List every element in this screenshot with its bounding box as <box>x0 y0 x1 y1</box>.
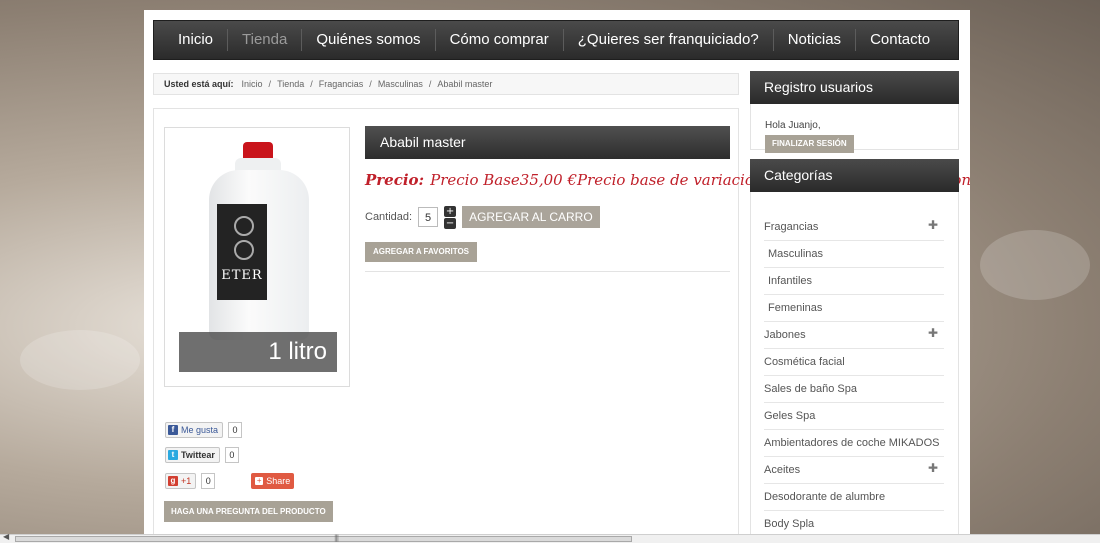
share-button[interactable]: + Share <box>251 473 295 489</box>
twitter-row: t Twittear 0 <box>165 447 239 463</box>
main-nav: Inicio Tienda Quiénes somos Cómo comprar… <box>153 20 959 60</box>
gplus-label: +1 <box>181 476 192 486</box>
bottle-emblem-icon <box>234 216 254 236</box>
category-item-geles-spa[interactable]: Geles Spa <box>764 403 944 430</box>
breadcrumb-link-masculinas[interactable]: Masculinas <box>378 79 423 89</box>
facebook-icon: f <box>168 425 178 435</box>
category-label: Jabones <box>764 329 806 341</box>
category-item-sales-bano-spa[interactable]: Sales de baño Spa <box>764 376 944 403</box>
page-container: Inicio Tienda Quiénes somos Cómo comprar… <box>144 10 970 543</box>
category-item-aceites[interactable]: Aceites ✚ <box>764 457 944 484</box>
bottle-brand-text: ETER <box>221 268 263 283</box>
facebook-like-button[interactable]: f Me gusta <box>165 422 224 438</box>
breadcrumb-separator: / <box>310 79 313 89</box>
category-item-desodorante[interactable]: Desodorante de alumbre <box>764 484 944 511</box>
breadcrumb-link-inicio[interactable]: Inicio <box>242 79 263 89</box>
share-label: Share <box>266 476 291 486</box>
background-splash <box>980 230 1090 300</box>
add-to-cart-button[interactable]: AGREGAR AL CARRO <box>462 206 600 228</box>
category-label: Ambientadores de coche MIKADOS <box>764 437 940 449</box>
breadcrumb-link-tienda[interactable]: Tienda <box>277 79 304 89</box>
twitter-tweet-label: Twittear <box>181 450 215 460</box>
section-divider <box>365 271 730 272</box>
nav-item-como-comprar[interactable]: Cómo comprar <box>436 20 563 60</box>
category-label: Masculinas <box>768 248 824 260</box>
nav-item-tienda[interactable]: Tienda <box>228 20 301 60</box>
ask-question-button[interactable]: HAGA UNA PREGUNTA DEL PRODUCTO <box>164 501 333 522</box>
horizontal-scrollbar[interactable]: ◀ ||| <box>0 532 1100 543</box>
category-list: Fragancias ✚ Masculinas Infantiles Femen… <box>764 214 944 538</box>
google-plus-icon: g <box>168 476 178 486</box>
quantity-row: Cantidad: 5 + − AGREGAR AL CARRO <box>365 205 600 229</box>
category-item-femeninas[interactable]: Femeninas <box>764 295 944 322</box>
add-to-favorites-button[interactable]: AGREGAR A FAVORITOS <box>365 242 478 262</box>
category-item-jabones[interactable]: Jabones ✚ <box>764 322 944 349</box>
nav-item-franquiciado[interactable]: ¿Quieres ser franquiciado? <box>564 20 773 60</box>
category-item-cosmetica-facial[interactable]: Cosmética facial <box>764 349 944 376</box>
twitter-tweet-count: 0 <box>224 447 239 463</box>
nav-item-contacto[interactable]: Contacto <box>856 20 944 60</box>
categories-panel: Fragancias ✚ Masculinas Infantiles Femen… <box>750 192 959 543</box>
category-label: Infantiles <box>768 275 813 287</box>
price-label: Precio: <box>365 171 425 189</box>
nav-item-inicio[interactable]: Inicio <box>164 20 227 60</box>
breadcrumb-link-fragancias[interactable]: Fragancias <box>319 79 364 89</box>
category-label: Cosmética facial <box>764 356 845 368</box>
quantity-decrement-icon[interactable]: − <box>444 217 457 229</box>
gplus-button[interactable]: g +1 <box>165 473 197 489</box>
category-label: Aceites <box>764 464 801 476</box>
product-image[interactable]: ETER 1 litro <box>164 127 350 387</box>
category-label: Body Spla <box>764 518 815 530</box>
category-item-ambientadores[interactable]: Ambientadores de coche MIKADOS <box>764 430 944 457</box>
breadcrumb-separator: / <box>268 79 272 89</box>
quantity-label: Cantidad: <box>365 211 413 223</box>
gplus-share-row: g +1 0 + Share <box>165 473 295 489</box>
scroll-left-arrow-icon[interactable]: ◀ <box>3 532 9 541</box>
breadcrumb: Usted está aquí: Inicio / Tienda / Fraga… <box>153 73 739 95</box>
nav-item-quienes-somos[interactable]: Quiénes somos <box>302 20 434 60</box>
nav-item-noticias[interactable]: Noticias <box>774 20 855 60</box>
facebook-like-count: 0 <box>228 422 243 438</box>
bottle-label: ETER <box>217 204 267 300</box>
logout-button[interactable]: FINALIZAR SESIÓN <box>765 135 854 153</box>
user-greeting: Hola Juanjo, <box>765 120 821 131</box>
quantity-increment-icon[interactable]: + <box>444 205 457 217</box>
breadcrumb-separator: / <box>369 79 372 89</box>
share-plus-icon: + <box>255 476 264 485</box>
category-item-masculinas[interactable]: Masculinas <box>764 241 944 268</box>
breadcrumb-current: Ababil master <box>437 79 493 89</box>
breadcrumb-label: Usted está aquí: <box>164 79 234 89</box>
category-item-infantiles[interactable]: Infantiles <box>764 268 944 295</box>
register-panel-title: Registro usuarios <box>750 71 959 104</box>
category-label: Geles Spa <box>764 410 816 422</box>
expand-plus-icon[interactable]: ✚ <box>928 455 938 482</box>
category-label: Femeninas <box>768 302 823 314</box>
twitter-tweet-button[interactable]: t Twittear <box>165 447 220 463</box>
expand-plus-icon[interactable]: ✚ <box>928 320 938 347</box>
gplus-count: 0 <box>201 473 216 489</box>
register-panel: Hola Juanjo, FINALIZAR SESIÓN <box>750 104 959 153</box>
category-label: Fragancias <box>764 221 819 233</box>
facebook-like-label: Me gusta <box>181 425 219 435</box>
category-label: Sales de baño Spa <box>764 383 857 395</box>
category-label: Desodorante de alumbre <box>764 491 886 503</box>
category-item-fragancias[interactable]: Fragancias ✚ <box>764 214 944 241</box>
categories-panel-title: Categorías <box>750 159 959 192</box>
quantity-input[interactable]: 5 <box>418 207 439 227</box>
product-details-panel: ETER 1 litro Ababil master Precio: Precio… <box>153 108 970 543</box>
breadcrumb-separator: / <box>428 79 432 89</box>
twitter-icon: t <box>168 450 178 460</box>
background-splash <box>20 330 140 390</box>
expand-plus-icon[interactable]: ✚ <box>928 212 938 239</box>
quantity-stepper: + − <box>444 205 457 229</box>
scrollbar-grip-icon: ||| <box>334 534 339 542</box>
scrollbar-thumb[interactable]: ||| <box>15 534 632 542</box>
facebook-like-row: f Me gusta 0 <box>165 422 243 438</box>
bottle-emblem-icon <box>234 240 254 260</box>
product-title: Ababil master <box>365 126 730 159</box>
image-caption: 1 litro <box>179 332 337 372</box>
